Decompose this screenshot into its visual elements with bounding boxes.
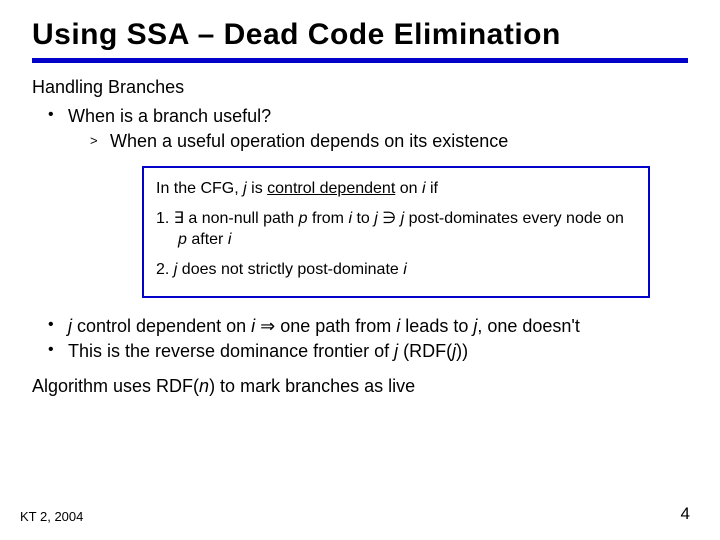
box-text: on: [395, 180, 422, 197]
box-condition-1: 1. ∃ a non-null path p from i to j ∋ j p…: [156, 208, 636, 251]
algorithm-note: Algorithm uses RDF(n) to mark branches a…: [32, 376, 688, 397]
title-rule: [32, 58, 688, 63]
var-p: p: [178, 231, 187, 248]
bullet-list-1: When is a branch useful? When a useful o…: [42, 106, 688, 152]
var-i: i: [228, 231, 232, 248]
bullet-item-3: This is the reverse dominance frontier o…: [42, 341, 688, 362]
footer-citation: KT 2, 2004: [20, 509, 83, 524]
slide: Using SSA – Dead Code Elimination Handli…: [0, 0, 720, 540]
term-control-dependent: control dependent: [267, 180, 395, 197]
bullet-text: leads to: [400, 316, 473, 336]
box-intro: In the CFG, j is control dependent on i …: [156, 178, 636, 200]
sub-item-1: When a useful operation depends on its e…: [90, 131, 688, 152]
bullet-text: )): [456, 341, 468, 361]
bullet-list-2: j control dependent on i ⇒ one path from…: [42, 316, 688, 362]
bullet-text: (RDF(: [398, 341, 452, 361]
bullet-item-1: When is a branch useful? When a useful o…: [42, 106, 688, 152]
bullet-text: control dependent on: [72, 316, 251, 336]
var-p: p: [299, 210, 308, 227]
box-text: In the CFG,: [156, 180, 243, 197]
box-condition-2: 2. j does not strictly post-dominate i: [156, 259, 636, 281]
bullet-text: , one doesn't: [477, 316, 580, 336]
algo-text: Algorithm uses RDF(: [32, 376, 199, 396]
box-text: 1. ∃ a non-null path: [156, 210, 299, 227]
sub-list-1: When a useful operation depends on its e…: [90, 131, 688, 152]
box-text: to: [352, 210, 374, 227]
page-number: 4: [681, 504, 690, 524]
box-text: is: [247, 180, 267, 197]
bullet-1-text: When is a branch useful?: [68, 106, 271, 126]
box-text: after: [187, 231, 228, 248]
subheading: Handling Branches: [32, 77, 688, 98]
definition-box: In the CFG, j is control dependent on i …: [142, 166, 650, 298]
box-text: from: [308, 210, 349, 227]
box-text: does not strictly post-dominate: [177, 261, 403, 278]
bullet-text: ⇒ one path from: [255, 316, 396, 336]
box-text: post-dominates every node on: [404, 210, 624, 227]
box-text: 2.: [156, 261, 174, 278]
box-text: if: [426, 180, 438, 197]
box-text: ∋: [378, 210, 401, 227]
var-i: i: [403, 261, 407, 278]
bullet-text: This is the reverse dominance frontier o…: [68, 341, 394, 361]
slide-title: Using SSA – Dead Code Elimination: [32, 18, 688, 52]
bullet-item-2: j control dependent on i ⇒ one path from…: [42, 316, 688, 337]
var-n: n: [199, 376, 209, 396]
algo-text: ) to mark branches as live: [209, 376, 415, 396]
